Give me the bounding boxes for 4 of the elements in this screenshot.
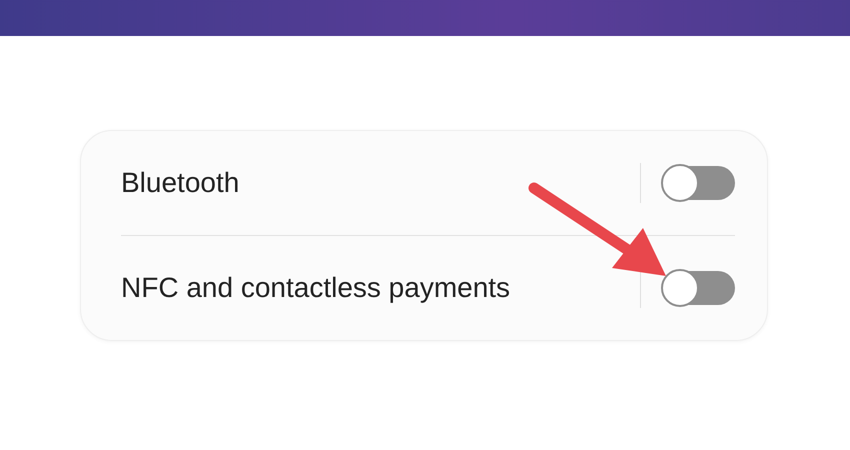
setting-label: NFC and contactless payments — [121, 272, 512, 304]
setting-label: Bluetooth — [121, 167, 240, 199]
toggle-switch[interactable] — [663, 166, 735, 200]
toggle-switch[interactable] — [663, 271, 735, 305]
